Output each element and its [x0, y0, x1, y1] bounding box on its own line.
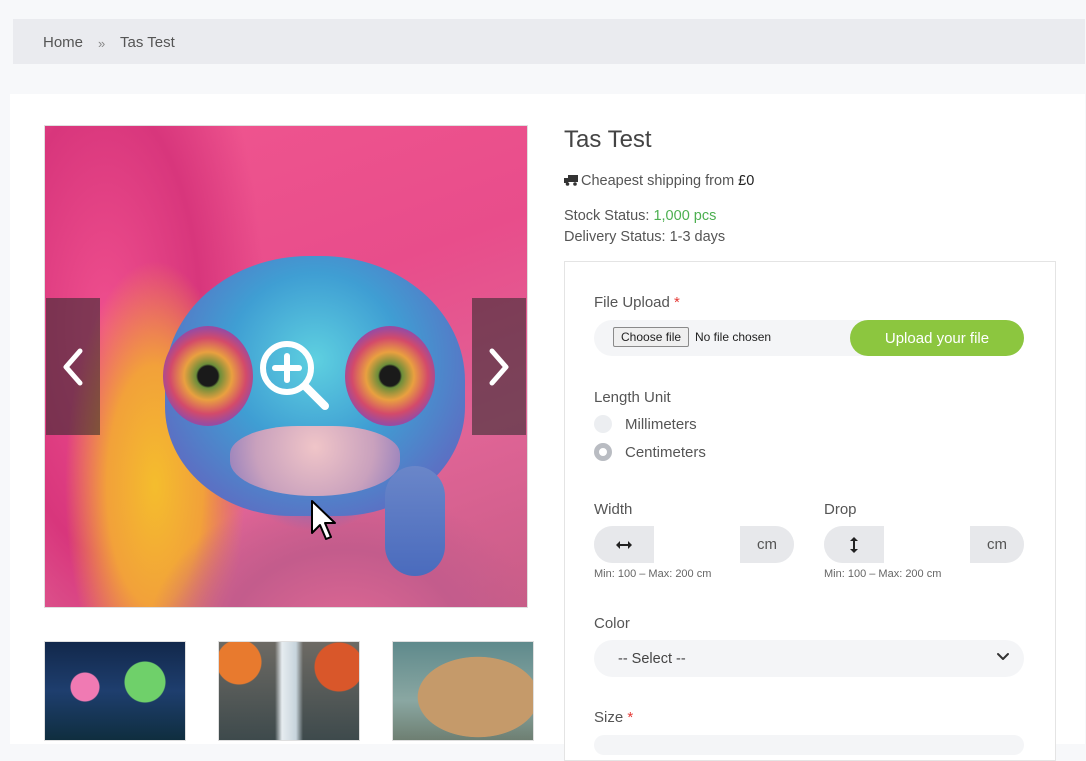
- file-upload-label: File Upload *: [594, 294, 680, 311]
- required-mark: *: [674, 294, 680, 311]
- drop-hint: Min: 100 – Max: 200 cm: [824, 568, 942, 580]
- radio-millimeters[interactable]: Millimeters: [594, 415, 697, 433]
- thumbnail-brain[interactable]: [392, 641, 534, 741]
- width-hint: Min: 100 – Max: 200 cm: [594, 568, 712, 580]
- width-input-group: cm: [594, 526, 794, 563]
- breadcrumb-home-link[interactable]: Home: [43, 34, 83, 51]
- size-select[interactable]: [594, 735, 1024, 755]
- mouse-cursor-icon: [311, 500, 336, 540]
- size-label: Size *: [594, 709, 633, 726]
- no-file-chosen-text: No file chosen: [695, 330, 772, 344]
- radio-label: Centimeters: [625, 443, 706, 461]
- breadcrumb-separator: »: [98, 36, 106, 51]
- truck-icon: [564, 175, 578, 186]
- radio-centimeters[interactable]: Centimeters: [594, 443, 706, 461]
- color-label: Color: [594, 615, 630, 632]
- chevron-right-icon: [489, 348, 509, 385]
- stock-label: Stock Status:: [564, 208, 654, 224]
- drop-label: Drop: [824, 501, 857, 518]
- color-select-value: -- Select --: [618, 651, 686, 667]
- width-input[interactable]: [654, 526, 743, 563]
- size-label-text: Size: [594, 709, 624, 726]
- shipping-price: £0: [738, 173, 755, 189]
- drop-input[interactable]: [884, 526, 981, 563]
- shipping-info: Cheapest shipping from £0: [564, 173, 754, 189]
- zoom-in-icon[interactable]: [255, 336, 335, 416]
- upload-file-button[interactable]: Upload your file: [850, 320, 1024, 356]
- gallery-prev-button[interactable]: [46, 298, 100, 435]
- shipping-text: Cheapest shipping from: [581, 173, 739, 189]
- radio-circle[interactable]: [594, 415, 612, 433]
- chevron-left-icon: [63, 348, 83, 385]
- thumbnail-fantasy-forest[interactable]: [44, 641, 186, 741]
- stock-value: 1,000 pcs: [653, 208, 717, 224]
- chameleon-leg: [385, 466, 445, 576]
- color-select[interactable]: -- Select --: [594, 640, 1024, 677]
- main-product-image[interactable]: [44, 125, 528, 608]
- drop-input-group: cm: [824, 526, 1024, 563]
- vertical-arrow-icon: [824, 526, 884, 563]
- chameleon-mouth: [230, 426, 400, 496]
- horizontal-arrow-icon: [594, 526, 654, 563]
- thumbnail-waterfall[interactable]: [218, 641, 360, 741]
- length-unit-label: Length Unit: [594, 389, 671, 406]
- width-unit: cm: [740, 526, 794, 563]
- required-mark: *: [627, 709, 634, 726]
- chevron-down-icon: [997, 653, 1009, 660]
- delivery-status: Delivery Status: 1-3 days: [564, 229, 726, 245]
- radio-circle-checked[interactable]: [594, 443, 612, 461]
- drop-unit: cm: [970, 526, 1024, 563]
- breadcrumb: Home » Tas Test: [13, 19, 1085, 64]
- breadcrumb-current: Tas Test: [120, 34, 175, 51]
- chameleon-eye-right: [345, 326, 435, 426]
- radio-label: Millimeters: [625, 415, 697, 433]
- stock-status: Stock Status: 1,000 pcs: [564, 208, 716, 224]
- file-upload-label-text: File Upload: [594, 294, 670, 311]
- chameleon-eye-left: [163, 326, 253, 426]
- product-title: Tas Test: [564, 126, 652, 153]
- width-label: Width: [594, 501, 633, 518]
- gallery-next-button[interactable]: [472, 298, 526, 435]
- choose-file-button[interactable]: Choose file: [613, 327, 690, 347]
